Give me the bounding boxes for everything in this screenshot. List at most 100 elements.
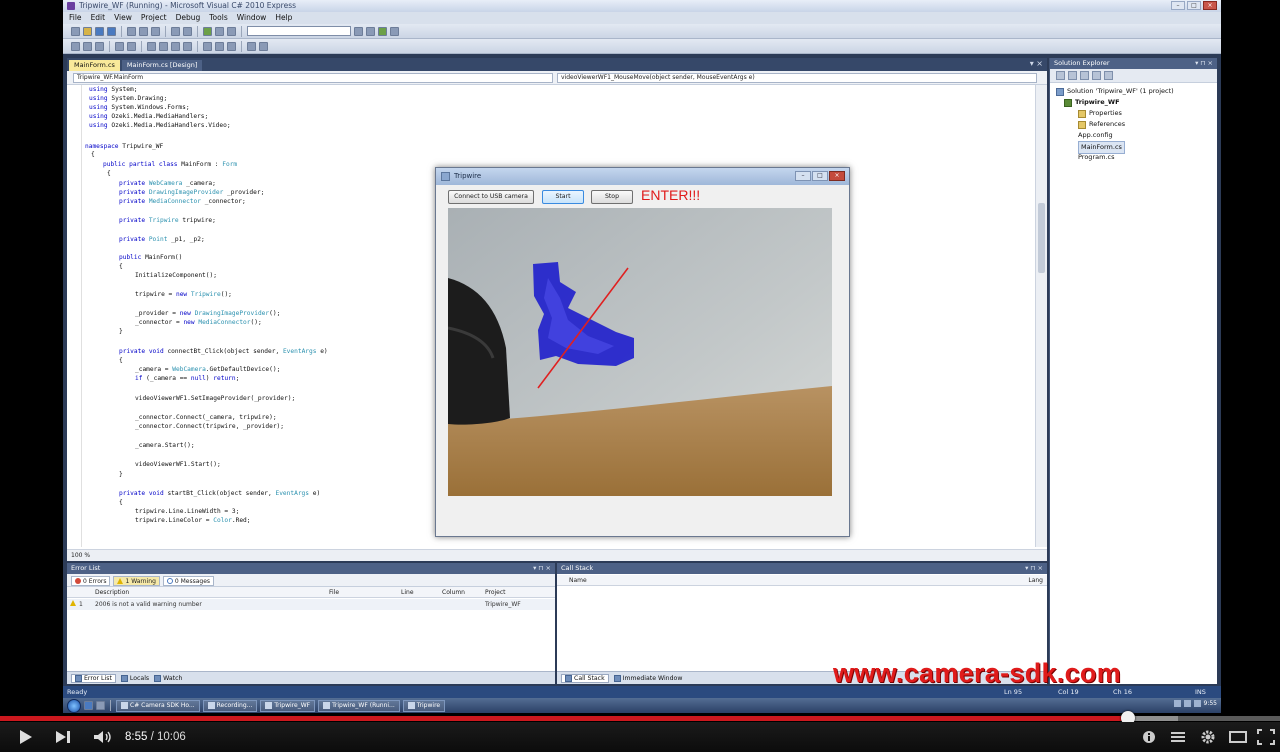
find-combo[interactable] (247, 26, 351, 36)
type-dropdown[interactable]: Tripwire_WF.MainForm (73, 73, 553, 83)
step-over-icon[interactable] (83, 41, 92, 51)
code-line[interactable]: { (119, 263, 123, 271)
close-button[interactable]: × (1203, 1, 1217, 10)
properties-icon[interactable] (378, 26, 387, 36)
form-close-button[interactable]: × (829, 171, 845, 181)
cut-icon[interactable] (127, 26, 136, 36)
menu-item-help[interactable]: Help (275, 12, 292, 24)
continue-debug-icon[interactable] (203, 26, 212, 36)
save-icon[interactable] (95, 26, 104, 36)
open-file-icon[interactable] (83, 26, 92, 36)
code-line[interactable]: namespace Tripwire_WF (85, 143, 163, 151)
properties-icon[interactable] (1056, 71, 1065, 80)
taskbar-item[interactable]: Tripwire_WF (260, 699, 316, 712)
tree-item-project[interactable]: Tripwire_WF (1064, 97, 1120, 108)
refresh-icon[interactable] (1080, 71, 1089, 80)
code-line[interactable]: using System.Drawing; (89, 95, 167, 103)
col-project[interactable]: Project (485, 587, 506, 598)
tray-clock[interactable]: 9:55 (1204, 700, 1217, 707)
panel-controls[interactable]: ▾ ⊓ × (533, 563, 551, 574)
bookmark-icon[interactable] (203, 41, 212, 51)
uncomment-icon[interactable] (159, 41, 168, 51)
taskbar-item[interactable]: Recording... (202, 699, 258, 712)
network-icon[interactable] (1183, 700, 1191, 707)
warnings-filter-button[interactable]: 1 Warning (113, 576, 160, 586)
table-row[interactable]: 1 2006 is not a valid warning number Tri… (67, 599, 555, 610)
code-line[interactable]: videoViewerWF1.SetImageProvider(_provide… (135, 395, 295, 403)
menu-item-view[interactable]: View (114, 12, 132, 24)
pause-icon[interactable] (215, 26, 224, 36)
outdent-icon[interactable] (183, 41, 192, 51)
code-line[interactable]: using System.Windows.Forms; (89, 104, 190, 112)
form-maximize-button[interactable]: □ (812, 171, 828, 181)
explorer-icon[interactable] (84, 701, 93, 710)
tab-locals[interactable]: Locals (120, 674, 149, 682)
col-file[interactable]: File (329, 587, 339, 598)
align-icon[interactable] (259, 41, 268, 51)
code-line[interactable]: using Ozeki.Media.MediaHandlers; (89, 113, 208, 121)
code-line[interactable]: _camera = WebCamera.GetDefaultDevice(); (135, 366, 280, 374)
panel-controls[interactable]: ▾ ⊓ × (1025, 563, 1043, 574)
code-line[interactable]: private Tripwire tripwire; (119, 217, 216, 225)
view-code-icon[interactable] (1092, 71, 1101, 80)
tree-item-solution[interactable]: Solution 'Tripwire_WF' (1 project) (1056, 86, 1174, 97)
maximize-button[interactable]: □ (1187, 1, 1201, 10)
menu-item-debug[interactable]: Debug (176, 12, 201, 24)
col-description[interactable]: Description (95, 587, 129, 598)
menu-item-tools[interactable]: Tools (209, 12, 227, 24)
taskbar-item[interactable]: C# Camera SDK Ho... (116, 699, 200, 712)
code-line[interactable]: private MediaConnector _connector; (119, 198, 246, 206)
annotations-button[interactable] (1141, 729, 1157, 745)
tab-mainform-design[interactable]: MainForm.cs [Design] (121, 60, 203, 71)
code-line[interactable]: if (_camera == null) return; (135, 375, 239, 383)
tray-icon[interactable] (1173, 700, 1181, 707)
menu-item-window[interactable]: Window (237, 12, 267, 24)
code-line[interactable]: { (91, 151, 95, 159)
fullscreen-button[interactable] (1256, 729, 1276, 745)
tab-call-stack[interactable]: Call Stack (561, 673, 609, 683)
code-line[interactable]: public MainForm() (119, 254, 182, 262)
col-column[interactable]: Column (442, 587, 465, 598)
hex-display-icon[interactable] (115, 41, 124, 51)
code-line[interactable]: _provider = new DrawingImageProvider(); (135, 310, 280, 318)
editor-vertical-scrollbar[interactable] (1035, 85, 1047, 547)
tab-mainform-cs[interactable]: MainForm.cs (69, 60, 120, 71)
messages-filter-button[interactable]: 0 Messages (162, 576, 215, 586)
code-line[interactable]: { (107, 170, 111, 178)
show-all-files-icon[interactable] (1068, 71, 1077, 80)
video-viewer[interactable] (448, 208, 832, 496)
code-line[interactable]: private Point _p1, _p2; (119, 236, 205, 244)
undo-icon[interactable] (171, 26, 180, 36)
tab-error-list[interactable]: Error List (71, 673, 116, 683)
view-designer-icon[interactable] (1104, 71, 1113, 80)
code-line[interactable]: tripwire.Line.LineWidth = 3; (135, 508, 239, 516)
code-line[interactable]: { (119, 357, 123, 365)
solution-explorer-icon[interactable] (366, 26, 375, 36)
tab-immediate-window[interactable]: Immediate Window (613, 674, 682, 682)
play-button[interactable] (17, 729, 35, 745)
theater-mode-button[interactable] (1228, 729, 1248, 745)
form-minimize-button[interactable]: – (795, 171, 811, 181)
code-line[interactable]: private WebCamera _camera; (119, 180, 216, 188)
playlist-button[interactable] (1169, 729, 1187, 745)
code-line[interactable]: _connector.Connect(tripwire, _provider); (135, 423, 284, 431)
code-line[interactable]: private void startBt_Click(object sender… (119, 490, 320, 498)
code-line[interactable]: } (119, 328, 123, 336)
new-project-icon[interactable] (71, 26, 80, 36)
code-line[interactable]: } (119, 471, 123, 479)
volume-button[interactable] (92, 729, 114, 745)
code-line[interactable]: InitializeComponent(); (135, 272, 217, 280)
paste-icon[interactable] (151, 26, 160, 36)
start-button[interactable] (67, 698, 81, 713)
step-out-icon[interactable] (95, 41, 104, 51)
code-line[interactable]: using Ozeki.Media.MediaHandlers.Video; (89, 122, 231, 130)
member-dropdown[interactable]: videoViewerWF1_MouseMove(object sender, … (557, 73, 1037, 83)
next-bookmark-icon[interactable] (215, 41, 224, 51)
code-line[interactable]: { (119, 499, 123, 507)
panel-controls[interactable]: ▾ ⊓ × (1195, 58, 1213, 69)
tree-item-app-config[interactable]: App.config (1078, 130, 1113, 141)
tab-watch[interactable]: Watch (154, 674, 182, 682)
toolbox-icon[interactable] (390, 26, 399, 36)
code-line[interactable]: videoViewerWF1.Start(); (135, 461, 221, 469)
stop-debug-icon[interactable] (227, 26, 236, 36)
